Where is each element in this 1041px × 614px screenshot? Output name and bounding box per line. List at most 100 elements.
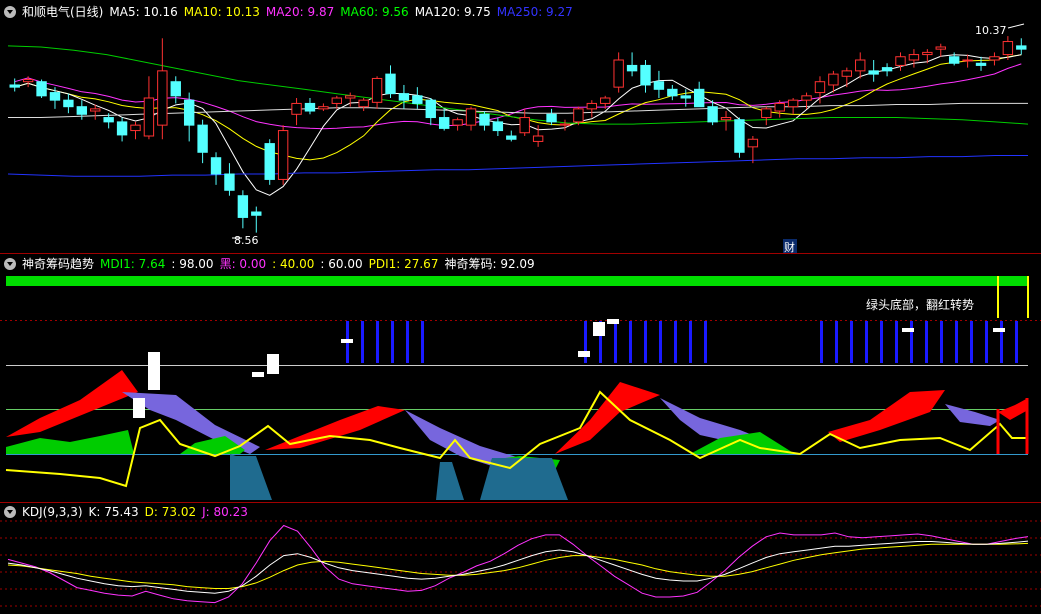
blue-bar <box>820 321 823 363</box>
low-marker: 8.56 <box>232 234 259 247</box>
blue-bar <box>689 321 692 363</box>
white-block <box>593 322 605 336</box>
candle-body <box>519 117 530 134</box>
indicator-area <box>436 462 464 500</box>
indicator-area <box>6 370 138 437</box>
header-item: 神奇筹码: 92.09 <box>444 257 535 271</box>
header-item: 黑: 0.00 <box>219 257 267 271</box>
blue-bar <box>865 321 868 363</box>
cai-badge[interactable]: 财 <box>783 239 797 254</box>
blue-bar <box>940 321 943 363</box>
ma250-line <box>7 155 1028 177</box>
candle-body <box>49 92 61 101</box>
candle-body <box>36 81 47 97</box>
blue-bar <box>970 321 973 363</box>
collapse-icon[interactable] <box>4 258 16 270</box>
low-label: 8.56 <box>234 234 259 247</box>
candle-body <box>559 123 571 126</box>
candle-body <box>22 79 34 83</box>
blue-bar <box>361 321 364 363</box>
blue-bar <box>391 321 394 363</box>
header-item: D: 73.02 <box>144 505 197 519</box>
candle-body <box>600 97 611 104</box>
candle-body <box>130 124 141 132</box>
candle-body <box>841 70 853 77</box>
indicator-panel: 绿头底部，翻红转势 <box>5 276 1029 500</box>
candle-body <box>532 135 544 142</box>
candle-body <box>251 211 262 216</box>
white-blocks <box>133 319 1005 418</box>
kdj-lines <box>7 524 1029 604</box>
high-label: 10.37 <box>975 24 1007 37</box>
candle-body <box>573 108 584 123</box>
blue-bar <box>910 321 913 363</box>
candle-body <box>465 108 477 126</box>
header-item: J: 80.23 <box>202 505 248 519</box>
candle-body <box>143 97 155 137</box>
blue-bar <box>406 321 409 363</box>
blue-bar <box>985 321 988 363</box>
header-item: 神奇筹码趋势 <box>22 257 95 271</box>
candle-body <box>734 119 745 153</box>
candle-body <box>197 124 208 153</box>
candle-body <box>157 70 168 126</box>
header-item: PDI1: 27.67 <box>368 257 439 271</box>
candle-body <box>425 99 436 119</box>
indicator-header: 神奇筹码趋势 MDI1: 7.64: 98.00 黑: 0.00: 40.00: 6… <box>0 255 547 273</box>
header-item: 和顺电气(日线) <box>22 5 104 19</box>
candle-body <box>116 121 128 136</box>
blue-bar <box>880 321 883 363</box>
blue-bar <box>955 321 958 363</box>
blue-bars <box>346 321 1018 363</box>
candle-body <box>922 51 933 56</box>
kdj-D-line <box>7 542 1029 589</box>
candle-body <box>707 106 718 123</box>
header-item: : 98.00 <box>171 257 214 271</box>
candle-body <box>855 59 866 72</box>
header-item: MA10: 10.13 <box>183 5 260 19</box>
price-candles <box>9 36 1027 233</box>
candle-body <box>667 88 678 97</box>
blue-bar <box>1015 321 1018 363</box>
white-block <box>607 319 619 324</box>
candle-body <box>1002 41 1014 56</box>
blue-bar <box>925 321 928 363</box>
high-marker: 10.37 <box>975 23 1025 37</box>
candle-body <box>371 77 383 103</box>
candle-body <box>398 93 410 101</box>
cai-label: 财 <box>784 240 795 254</box>
candle-body <box>224 173 235 191</box>
candle-body <box>438 117 450 129</box>
candle-body <box>908 54 920 61</box>
blue-bar <box>835 321 838 363</box>
blue-bar <box>629 321 632 363</box>
white-block <box>902 328 914 332</box>
kdj-J-line <box>7 524 1029 604</box>
white-block <box>341 339 353 343</box>
kdj-header: KDJ(9,3,3) K: 75.43 D: 73.02 J: 80.23 <box>0 503 260 521</box>
candle-body <box>385 73 396 95</box>
blue-bar <box>674 321 677 363</box>
candle-body <box>291 102 302 115</box>
candle-body <box>546 113 557 123</box>
kdj-grid <box>0 520 1041 607</box>
candle-body <box>304 102 316 112</box>
indicator-area <box>828 390 945 442</box>
blue-bar <box>421 321 424 363</box>
candle-body <box>76 106 88 115</box>
candle-body <box>975 62 987 66</box>
candle-body <box>814 81 826 94</box>
collapse-icon[interactable] <box>4 506 16 518</box>
candle-body <box>868 70 879 75</box>
candle-body <box>183 99 195 126</box>
candle-body <box>318 106 329 110</box>
collapse-icon[interactable] <box>4 6 16 18</box>
header-item: MA20: 9.87 <box>265 5 335 19</box>
candle-body <box>586 102 598 110</box>
candle-body <box>1016 45 1027 50</box>
blue-bar <box>659 321 662 363</box>
candle-body <box>774 102 785 112</box>
candle-body <box>492 121 504 132</box>
candle-body <box>640 64 651 86</box>
white-block <box>148 352 160 390</box>
